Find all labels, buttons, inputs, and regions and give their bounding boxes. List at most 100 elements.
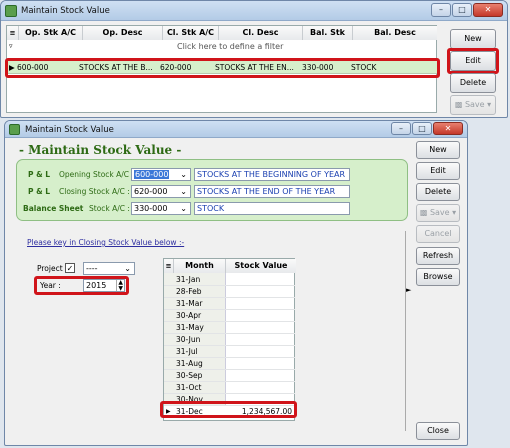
table-row[interactable]: 31-May	[164, 322, 295, 334]
table-row[interactable]: 30-Jun	[164, 334, 295, 346]
project-checkbox[interactable]: ✓	[65, 263, 75, 273]
top-window: Maintain Stock Value – □ ✕ ≡ Op. Stk A/C…	[0, 0, 508, 118]
expand-arrow-icon[interactable]: ►	[406, 286, 411, 294]
header-indicator: ≡	[164, 259, 174, 273]
col-bal-desc[interactable]: Bal. Desc	[353, 26, 437, 40]
new-button[interactable]: New	[450, 29, 496, 49]
closing-account-value: 620-000	[134, 187, 168, 196]
stock-desc[interactable]: STOCK	[194, 202, 350, 215]
opening-stock-label: Opening Stock A/C :	[59, 170, 134, 179]
filter-icon[interactable]: ▿	[9, 42, 13, 50]
chevron-down-icon: ⌄	[124, 264, 131, 273]
cell-month[interactable]: 30-Apr	[176, 310, 201, 321]
table-row[interactable]: 30-Apr	[164, 310, 295, 322]
header-indicator: ≡	[7, 26, 19, 40]
delete-button[interactable]: Delete	[416, 183, 460, 201]
minimize-button[interactable]: –	[431, 3, 451, 17]
edit-button[interactable]: Edit	[416, 162, 460, 180]
new-label: New	[464, 34, 482, 43]
cell-stock-value[interactable]	[226, 286, 295, 298]
save-label: Save	[464, 100, 485, 109]
refresh-button[interactable]: Refresh	[416, 247, 460, 265]
top-title-bar[interactable]: Maintain Stock Value – □ ✕	[1, 1, 507, 21]
close-window-button[interactable]: ✕	[433, 122, 463, 135]
cell-stock-value[interactable]	[226, 274, 295, 286]
cell-month[interactable]: 30-Sep	[176, 370, 202, 381]
cell-month[interactable]: 31-Jan	[176, 274, 200, 285]
refresh-label: Refresh	[422, 251, 454, 260]
top-window-title: Maintain Stock Value	[21, 6, 110, 16]
minimize-button[interactable]: –	[391, 122, 411, 135]
delete-label: Delete	[459, 78, 487, 87]
col-month[interactable]: Month	[174, 259, 226, 273]
project-value: ----	[86, 264, 98, 273]
maximize-button[interactable]: □	[452, 3, 472, 17]
group-label-3: Balance Sheet	[23, 204, 84, 213]
cell-stock-value[interactable]	[226, 382, 295, 394]
month-value-grid[interactable]: ≡ Month Stock Value 31-Jan 28-Feb 31-Mar 30…	[163, 258, 296, 421]
opening-stock-desc[interactable]: STOCKS AT THE BEGINNING OF YEAR	[194, 168, 350, 181]
filter-hint[interactable]: Click here to define a filter	[177, 42, 283, 51]
cell-stock-value[interactable]	[226, 358, 295, 370]
save-button[interactable]: ▩ Save ▾	[450, 95, 496, 115]
account-panel: P & L Opening Stock A/C : 600-000 ⌄ STOCK…	[16, 159, 408, 221]
group-label-1: P & L	[28, 170, 51, 179]
app-icon	[5, 5, 17, 17]
cell-stock-value[interactable]	[226, 322, 295, 334]
chevron-down-icon: ⌄	[180, 170, 187, 179]
browse-button[interactable]: Browse	[416, 268, 460, 286]
col-cl-stk-acc[interactable]: Cl. Stk A/C	[163, 26, 219, 40]
table-row[interactable]: 30-Sep	[164, 370, 295, 382]
stock-account-select[interactable]: 330-000 ⌄	[131, 202, 191, 215]
close-button[interactable]: Close	[416, 422, 460, 440]
cell-month[interactable]: 31-Aug	[176, 358, 203, 369]
cell-stock-value[interactable]	[226, 370, 295, 382]
cell-stock-value[interactable]	[226, 310, 295, 322]
close-window-button[interactable]: ✕	[473, 3, 503, 17]
col-bal-stk[interactable]: Bal. Stk	[303, 26, 353, 40]
col-op-desc[interactable]: Op. Desc	[83, 26, 163, 40]
col-cl-desc[interactable]: Cl. Desc	[219, 26, 303, 40]
closing-stock-label: Closing Stock A/C :	[59, 187, 130, 196]
cell-month[interactable]: 30-Jun	[176, 334, 200, 345]
opening-stock-account-select[interactable]: 600-000 ⌄	[131, 168, 191, 181]
cell-month[interactable]: 31-Oct	[176, 382, 201, 393]
stock-account-value: 330-000	[134, 204, 168, 213]
new-button[interactable]: New	[416, 141, 460, 159]
table-row[interactable]: 31-Mar	[164, 298, 295, 310]
project-select[interactable]: ---- ⌄	[83, 262, 135, 275]
highlight-dec-row	[160, 401, 297, 418]
browse-label: Browse	[423, 272, 453, 281]
highlight-row	[5, 58, 440, 78]
cell-month[interactable]: 31-May	[176, 322, 204, 333]
opening-account-value: 600-000	[134, 170, 170, 179]
chevron-down-icon: ⌄	[180, 204, 187, 213]
cancel-button[interactable]: Cancel	[416, 225, 460, 243]
highlight-year	[34, 276, 129, 295]
table-row[interactable]: 31-Jan	[164, 274, 295, 286]
delete-button[interactable]: Delete	[450, 73, 496, 93]
col-op-stk-acc[interactable]: Op. Stk A/C	[19, 26, 83, 40]
closing-stock-desc[interactable]: STOCKS AT THE END OF THE YEAR	[194, 185, 350, 198]
save-button[interactable]: ▩ Save ▾	[416, 204, 460, 222]
table-row[interactable]: 31-Oct	[164, 382, 295, 394]
cell-month[interactable]: 28-Feb	[176, 286, 202, 297]
maximize-button[interactable]: □	[412, 122, 432, 135]
main-window: Maintain Stock Value – □ ✕ - Maintain St…	[4, 120, 468, 446]
col-stock-value[interactable]: Stock Value	[226, 259, 296, 273]
cell-stock-value[interactable]	[226, 298, 295, 310]
table-row[interactable]: 31-Aug	[164, 358, 295, 370]
table-row[interactable]: 28-Feb	[164, 286, 295, 298]
cell-month[interactable]: 31-Mar	[176, 298, 202, 309]
delete-label: Delete	[424, 187, 452, 196]
edit-label: Edit	[430, 166, 446, 175]
closing-stock-account-select[interactable]: 620-000 ⌄	[131, 185, 191, 198]
cell-stock-value[interactable]	[226, 346, 295, 358]
panel-splitter[interactable]: ►	[405, 231, 411, 431]
chevron-down-icon: ⌄	[180, 187, 187, 196]
stock-account-label: Stock A/C :	[89, 204, 130, 213]
cell-month[interactable]: 31-Jul	[176, 346, 198, 357]
table-row[interactable]: 31-Jul	[164, 346, 295, 358]
cell-stock-value[interactable]	[226, 334, 295, 346]
main-title-bar[interactable]: Maintain Stock Value – □ ✕	[5, 121, 467, 138]
